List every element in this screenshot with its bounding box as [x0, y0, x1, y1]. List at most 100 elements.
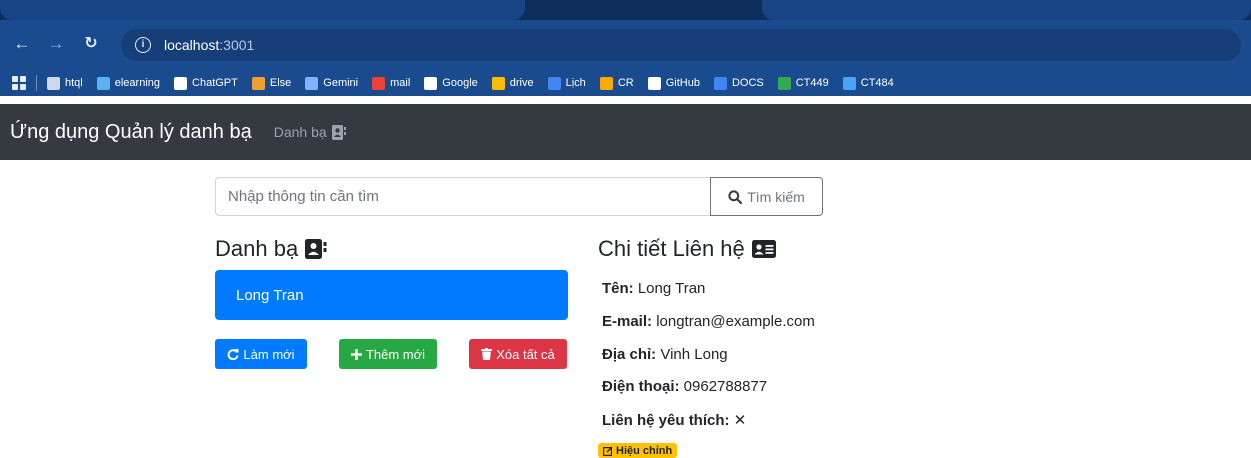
address-book-icon [331, 124, 346, 140]
back-arrow-icon[interactable]: ← [10, 32, 34, 56]
bookmarks-bar: htql elearning ChatGPT Else Gemini mail Google… [0, 70, 1251, 96]
detail-email-label: E-mail: [602, 313, 653, 330]
github-icon [647, 76, 661, 90]
bookmark-item[interactable]: ChatGPT [174, 76, 238, 90]
docs-icon [713, 76, 727, 90]
detail-name: Tên: Long Tran [602, 280, 705, 297]
bookmark-item[interactable]: CR [599, 76, 634, 90]
bookmark-label: htql [65, 77, 83, 89]
navbar-brand[interactable]: Ứng dụng Quản lý danh bạ [10, 121, 252, 144]
address-bar[interactable]: i localhost:3001 [121, 29, 1241, 61]
browser-toolbar: ← → ↻ i localhost:3001 [0, 20, 1251, 70]
list-item[interactable]: Long Tran [215, 270, 568, 320]
add-contact-button[interactable]: Thêm mới [339, 339, 437, 369]
apps-grid-icon[interactable] [12, 76, 26, 90]
sparkle-icon [305, 76, 319, 90]
refresh-button-label: Làm mới [243, 346, 295, 362]
redo-icon [228, 349, 239, 360]
add-contact-button-label: Thêm mới [365, 346, 426, 362]
gmail-icon [372, 76, 386, 90]
bookmark-label: drive [509, 77, 534, 89]
bookmark-label: CT449 [795, 77, 829, 89]
bookmark-item[interactable]: DOCS [713, 76, 764, 90]
bookmark-label: ChatGPT [192, 77, 238, 89]
browser-tab[interactable] [762, 0, 1251, 20]
detail-name-label: Tên: [602, 280, 634, 297]
plus-icon [350, 348, 362, 360]
browser-tab-strip [0, 0, 1251, 20]
detail-address-value: Vinh Long [660, 346, 728, 363]
bookmarks-divider [36, 75, 37, 91]
bookmark-item[interactable]: CT449 [777, 76, 829, 90]
classroom-icon [599, 76, 613, 90]
detail-address: Địa chỉ: Vinh Long [602, 346, 728, 363]
edit-contact-button[interactable]: Hiệu chỉnh [598, 443, 678, 458]
google-icon [424, 76, 438, 90]
contact-name: Long Tran [236, 286, 304, 304]
bookmark-label: mail [390, 77, 411, 89]
bookmark-item[interactable]: mail [372, 76, 411, 90]
bookmark-item[interactable]: htql [47, 76, 83, 90]
bookmark-label: Else [269, 77, 292, 89]
bookmark-label: GitHub [665, 77, 700, 89]
detail-favorite: Liên hệ yêu thích: ✕ [602, 411, 746, 429]
bookmark-item[interactable]: CT484 [842, 76, 894, 90]
detail-phone: Điện thoại: 0962788877 [602, 378, 767, 395]
delete-all-button[interactable]: Xóa tất cả [469, 339, 567, 369]
drive-icon [491, 76, 505, 90]
search-icon [728, 189, 743, 204]
table-icon [47, 76, 60, 90]
bookmark-label: DOCS [731, 77, 764, 89]
contact-detail-heading: Chi tiết Liên hệ [598, 236, 776, 262]
bookmark-label: elearning [114, 77, 161, 89]
bookmark-label: CT484 [860, 77, 894, 89]
nav-link-label: Danh bạ [273, 124, 327, 140]
bookmark-label: Google [442, 77, 478, 89]
contacts-heading-text: Danh bạ [215, 236, 299, 261]
search-button[interactable]: Tìm kiếm [710, 177, 823, 216]
bookmark-label: Gemini [323, 77, 359, 89]
search-group: Tìm kiếm [215, 177, 823, 216]
forward-arrow-icon[interactable]: → [44, 32, 68, 56]
bookmark-item[interactable]: GitHub [647, 76, 700, 90]
detail-phone-value: 0962788877 [683, 378, 768, 395]
contact-detail-heading-text: Chi tiết Liên hệ [598, 236, 745, 261]
browser-tab[interactable] [0, 0, 525, 20]
detail-email: E-mail: longtran@example.com [602, 313, 815, 330]
reload-icon[interactable]: ↻ [79, 32, 103, 56]
bookmark-label: Lịch [565, 77, 586, 89]
bookmark-label: CR [617, 77, 634, 89]
bookmark-item[interactable]: Google [424, 76, 478, 90]
contacts-heading: Danh bạ [215, 236, 327, 262]
address-bar-url[interactable]: localhost:3001 [164, 36, 254, 54]
refresh-button[interactable]: Làm mới [215, 339, 307, 369]
calendar-icon [547, 76, 561, 90]
bookmark-item[interactable]: drive [491, 76, 534, 90]
detail-email-value: longtran@example.com [656, 313, 815, 330]
signal-icon [251, 76, 265, 90]
delete-all-button-label: Xóa tất cả [496, 346, 555, 362]
edit-icon [603, 446, 613, 456]
address-book-icon [305, 239, 327, 259]
detail-name-value: Long Tran [637, 280, 706, 297]
address-card-icon [751, 240, 776, 258]
site-info-icon[interactable]: i [135, 37, 151, 53]
detail-favorite-label: Liên hệ yêu thích: [602, 412, 730, 429]
bookmark-item[interactable]: Lịch [547, 76, 586, 90]
search-input[interactable] [215, 177, 710, 216]
detail-phone-label: Điện thoại: [602, 378, 680, 395]
bookmark-item[interactable]: elearning [96, 76, 161, 90]
edit-contact-button-label: Hiệu chỉnh [616, 444, 673, 457]
openai-icon [174, 76, 188, 90]
nav-link-contacts[interactable]: Danh bạ [274, 124, 346, 140]
app-navbar: Ứng dụng Quản lý danh bạ Danh bạ [0, 104, 1251, 160]
bookmark-item[interactable]: Else [251, 76, 292, 90]
drive-icon [777, 76, 791, 90]
onedrive-icon [842, 76, 856, 90]
diamond-icon [96, 76, 110, 90]
search-button-label: Tìm kiếm [747, 188, 805, 205]
trash-icon [481, 348, 493, 360]
detail-favorite-value: ✕ [733, 412, 747, 429]
detail-address-label: Địa chỉ: [602, 346, 657, 363]
bookmark-item[interactable]: Gemini [305, 76, 359, 90]
